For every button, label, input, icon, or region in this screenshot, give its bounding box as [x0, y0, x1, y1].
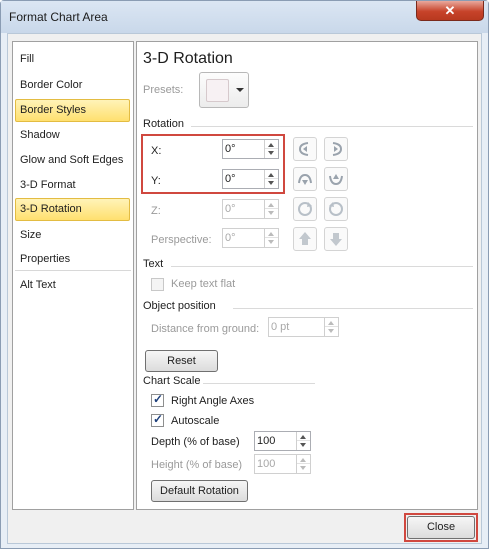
autoscale-label: Autoscale [171, 415, 220, 427]
presets-dropdown[interactable] [199, 72, 249, 108]
narrow-view-icon [299, 232, 311, 245]
category-list: Fill Border Color Border Styles Shadow G… [12, 41, 134, 510]
reset-button[interactable]: Reset [145, 350, 218, 372]
presets-label: Presets: [143, 84, 184, 96]
height-value: 100 [257, 458, 276, 470]
spin-down-icon[interactable] [268, 211, 274, 215]
right-angle-axes-label: Right Angle Axes [171, 395, 255, 407]
chevron-down-icon [236, 88, 244, 92]
z-rotation-value: 0° [225, 203, 236, 215]
perspective-value: 0° [225, 232, 236, 244]
spin-up-icon[interactable] [268, 203, 274, 207]
xy-highlight-box [141, 134, 285, 194]
z-rotation-spinner[interactable]: 0° [222, 199, 279, 219]
nav-item-3d-format[interactable]: 3-D Format [15, 174, 130, 197]
rotate-counterclockwise-button[interactable] [293, 197, 317, 221]
nav-item-border-color[interactable]: Border Color [15, 74, 130, 97]
nav-item-glow-soft-edges[interactable]: Glow and Soft Edges [15, 149, 130, 172]
spin-down-icon[interactable] [268, 240, 274, 244]
clockwise-icon [329, 202, 343, 216]
preset-preview-icon [206, 79, 229, 102]
rotate-clockwise-button[interactable] [324, 197, 348, 221]
perspective-spinner[interactable]: 0° [222, 228, 279, 248]
z-rotation-label: Z: [151, 205, 161, 217]
height-spinner[interactable]: 100 [254, 454, 311, 474]
nav-item-size[interactable]: Size [15, 224, 130, 247]
nav-divider [15, 270, 131, 271]
spin-up-icon[interactable] [328, 321, 334, 325]
text-section-title: Text [143, 258, 164, 270]
section-divider [233, 308, 473, 309]
spin-down-icon[interactable] [300, 443, 306, 447]
close-highlight-box [404, 513, 478, 542]
distance-from-ground-value: 0 pt [271, 321, 290, 333]
section-divider [203, 383, 315, 384]
perspective-label: Perspective: [151, 234, 212, 246]
spin-down-icon[interactable] [300, 466, 306, 470]
window-title: Format Chart Area [9, 10, 108, 24]
object-position-section-title: Object position [143, 300, 216, 312]
dialog-body: Fill Border Color Border Styles Shadow G… [7, 33, 482, 544]
depth-value: 100 [257, 435, 276, 447]
narrow-field-of-view-button[interactable] [293, 227, 317, 251]
checkmark-icon: ✓ [153, 392, 164, 406]
rotate-right-icon [332, 142, 343, 156]
nav-item-3d-rotation[interactable]: 3-D Rotation [15, 198, 130, 221]
distance-from-ground-spinner[interactable]: 0 pt [268, 317, 339, 337]
rotate-up-icon [298, 173, 312, 185]
keep-text-flat-checkbox[interactable] [151, 278, 164, 291]
settings-panel: 3-D Rotation Presets: Rotation X: 0° Y: … [136, 41, 478, 510]
rotate-left-button[interactable] [293, 137, 317, 161]
nav-item-properties[interactable]: Properties [15, 248, 130, 271]
section-divider [191, 126, 473, 127]
autoscale-checkbox[interactable]: ✓ [151, 412, 164, 427]
nav-item-alt-text[interactable]: Alt Text [15, 274, 130, 297]
widen-view-icon [330, 233, 342, 246]
spin-up-icon[interactable] [300, 435, 306, 439]
rotation-section-title: Rotation [143, 118, 184, 130]
checkmark-icon: ✓ [153, 412, 164, 426]
keep-text-flat-label: Keep text flat [171, 278, 236, 290]
distance-from-ground-label: Distance from ground: [151, 323, 260, 335]
default-rotation-button[interactable]: Default Rotation [151, 480, 248, 502]
chart-scale-section-title: Chart Scale [143, 375, 201, 387]
nav-item-border-styles[interactable]: Border Styles [15, 99, 130, 122]
widen-field-of-view-button[interactable] [324, 227, 348, 251]
section-divider [171, 266, 473, 267]
rotate-down-icon [329, 174, 343, 186]
title-bar: Format Chart Area ✕ [1, 1, 488, 33]
rotate-down-button[interactable] [324, 167, 348, 191]
spin-down-icon[interactable] [328, 329, 334, 333]
spin-up-icon[interactable] [300, 458, 306, 462]
depth-spinner[interactable]: 100 [254, 431, 311, 451]
window-close-button[interactable]: ✕ [416, 1, 484, 21]
close-icon: ✕ [444, 3, 456, 18]
rotate-up-button[interactable] [293, 167, 317, 191]
format-chart-area-dialog: Format Chart Area ✕ Fill Border Color Bo… [0, 0, 489, 549]
rotate-right-button[interactable] [324, 137, 348, 161]
panel-heading: 3-D Rotation [143, 50, 233, 67]
spin-up-icon[interactable] [268, 232, 274, 236]
rotate-left-icon [298, 142, 309, 156]
depth-label: Depth (% of base) [151, 436, 240, 448]
height-label: Height (% of base) [151, 459, 243, 471]
nav-item-fill[interactable]: Fill [15, 48, 130, 71]
nav-item-shadow[interactable]: Shadow [15, 124, 130, 147]
right-angle-axes-checkbox[interactable]: ✓ [151, 392, 164, 407]
counterclockwise-icon [298, 202, 312, 216]
